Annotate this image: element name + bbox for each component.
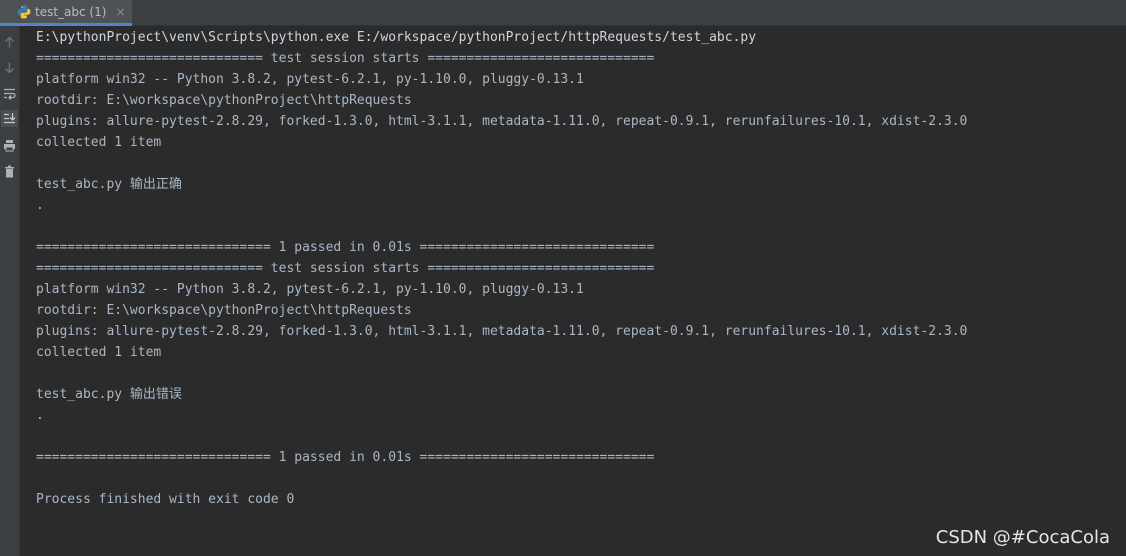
console-line: collected 1 item [36, 135, 162, 150]
console-line: ============================== 1 passed … [36, 450, 655, 465]
tab-title: test_abc (1) [35, 4, 107, 19]
console-line: rootdir: E:\workspace\pythonProject\http… [36, 303, 412, 318]
console-line: E:\pythonProject\venv\Scripts\python.exe… [36, 30, 757, 45]
csdn-watermark: CSDN @#CocaCola [935, 527, 1110, 548]
console-toolbar [0, 26, 20, 556]
console-line: Process finished with exit code 0 [36, 492, 295, 507]
soft-wrap-icon[interactable] [1, 85, 18, 102]
console-line: collected 1 item [36, 345, 162, 360]
console-line: plugins: allure-pytest-2.8.29, forked-1.… [36, 114, 968, 129]
console-line: ============================== 1 passed … [36, 240, 655, 255]
console-line: ============================= test sessi… [36, 261, 655, 276]
console-line: test_abc.py 输出错误 [36, 387, 182, 402]
console-line: . [36, 198, 44, 213]
console-output[interactable]: E:\pythonProject\venv\Scripts\python.exe… [20, 26, 1126, 556]
down-arrow-icon[interactable] [1, 59, 18, 76]
run-tab[interactable]: test_abc (1) × [0, 0, 132, 26]
trash-icon[interactable] [1, 163, 18, 180]
console-line: platform win32 -- Python 3.8.2, pytest-6… [36, 282, 584, 297]
python-file-icon [17, 5, 31, 18]
console-line: . [36, 408, 44, 423]
console-line: rootdir: E:\workspace\pythonProject\http… [36, 93, 412, 108]
scroll-to-end-icon[interactable] [1, 110, 18, 127]
console-line: platform win32 -- Python 3.8.2, pytest-6… [36, 72, 584, 87]
print-icon[interactable] [1, 137, 18, 154]
console-line: test_abc.py 输出正确 [36, 177, 182, 192]
console-line: ============================= test sessi… [36, 51, 655, 66]
console-line: plugins: allure-pytest-2.8.29, forked-1.… [36, 324, 968, 339]
tool-window-tab-bar: test_abc (1) × [0, 0, 1126, 26]
close-icon[interactable]: × [115, 5, 125, 19]
up-arrow-icon[interactable] [1, 34, 18, 51]
